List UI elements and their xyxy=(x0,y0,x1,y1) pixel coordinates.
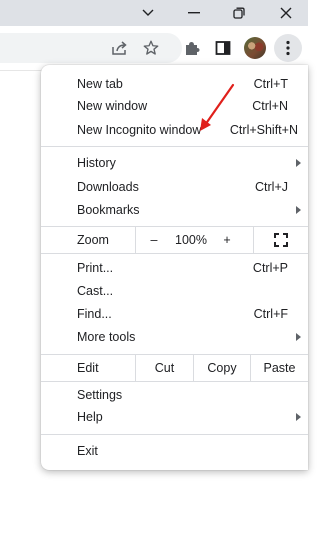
zoom-row: Zoom – 100% + xyxy=(41,227,308,253)
close-icon[interactable] xyxy=(276,0,296,26)
menu-item-label: Cast... xyxy=(77,284,114,298)
share-icon[interactable] xyxy=(108,36,132,60)
menu-separator xyxy=(41,253,308,254)
zoom-out-button[interactable]: – xyxy=(141,227,167,253)
submenu-arrow-icon xyxy=(296,413,301,421)
menu-separator xyxy=(41,146,308,147)
menu-item-downloads[interactable]: Downloads Ctrl+J xyxy=(41,177,308,199)
menu-item-bookmarks[interactable]: Bookmarks xyxy=(41,200,308,222)
menu-item-label: Bookmarks xyxy=(77,203,140,217)
menu-item-print[interactable]: Print... Ctrl+P xyxy=(41,258,308,280)
chevron-down-icon[interactable] xyxy=(138,0,158,26)
zoom-label: Zoom xyxy=(77,233,109,247)
three-dot-menu-icon[interactable] xyxy=(274,34,302,62)
menu-item-label: Downloads xyxy=(77,180,139,194)
copy-button[interactable]: Copy xyxy=(194,355,250,381)
menu-item-history[interactable]: History xyxy=(41,153,308,175)
menu-item-label: Help xyxy=(77,410,103,424)
menu-item-label: More tools xyxy=(77,330,136,344)
menu-item-label: New window xyxy=(77,99,148,113)
annotation-arrow-icon xyxy=(200,83,235,131)
menu-item-find[interactable]: Find... Ctrl+F xyxy=(41,304,308,326)
menu-item-label: Print... xyxy=(77,261,114,275)
menu-item-shortcut: Ctrl+Shift+N xyxy=(229,123,298,137)
menu-item-exit[interactable]: Exit xyxy=(41,441,308,463)
menu-item-new-incognito-window[interactable]: New Incognito window Ctrl+Shift+N xyxy=(41,120,308,142)
minimize-icon[interactable] xyxy=(184,0,204,26)
edit-row: Edit Cut Copy Paste xyxy=(41,355,308,381)
menu-item-label: Find... xyxy=(77,307,112,321)
menu-item-shortcut: Ctrl+F xyxy=(253,307,288,321)
menu-item-more-tools[interactable]: More tools xyxy=(41,327,308,349)
menu-item-settings[interactable]: Settings xyxy=(41,385,308,407)
zoom-divider xyxy=(135,227,136,253)
zoom-in-button[interactable]: + xyxy=(215,227,239,253)
edit-label: Edit xyxy=(77,361,99,375)
menu-item-label: New Incognito window xyxy=(77,123,202,137)
menu-item-shortcut: Ctrl+P xyxy=(252,261,288,275)
menu-item-shortcut: Ctrl+N xyxy=(252,99,288,113)
menu-item-shortcut: Ctrl+T xyxy=(253,77,288,91)
zoom-level: 100% xyxy=(175,233,207,247)
title-bar xyxy=(0,0,308,26)
menu-item-new-tab[interactable]: New tab Ctrl+T xyxy=(41,74,308,96)
menu-item-label: New tab xyxy=(77,77,123,91)
menu-item-label: Exit xyxy=(77,444,98,458)
profile-avatar[interactable] xyxy=(244,37,266,59)
menu-separator xyxy=(41,434,308,435)
puzzle-icon[interactable] xyxy=(180,36,204,60)
star-icon[interactable] xyxy=(139,36,163,60)
menu-item-new-window[interactable]: New window Ctrl+N xyxy=(41,96,308,118)
paste-button[interactable]: Paste xyxy=(251,355,308,381)
side-panel-icon[interactable] xyxy=(211,36,235,60)
menu-item-shortcut: Ctrl+J xyxy=(255,180,288,194)
submenu-arrow-icon xyxy=(296,206,301,214)
menu-separator xyxy=(41,381,308,382)
menu-item-help[interactable]: Help xyxy=(41,407,308,429)
menu-item-cast[interactable]: Cast... xyxy=(41,281,308,303)
menu-item-label: Settings xyxy=(77,388,123,402)
submenu-arrow-icon xyxy=(296,333,301,341)
restore-icon[interactable] xyxy=(229,0,249,26)
fullscreen-icon[interactable] xyxy=(254,227,308,253)
chrome-menu: New tab Ctrl+T New window Ctrl+N New Inc… xyxy=(41,65,308,470)
submenu-arrow-icon xyxy=(296,159,301,167)
cut-button[interactable]: Cut xyxy=(136,355,193,381)
menu-item-label: History xyxy=(77,156,116,170)
